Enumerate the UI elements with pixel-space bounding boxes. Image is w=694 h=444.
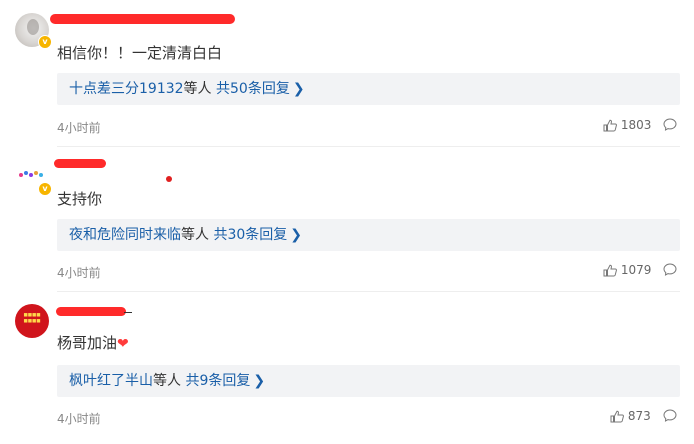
comment-text: 杨哥加油❤ (57, 332, 129, 353)
thumbs-up-icon (610, 410, 624, 423)
reply-middle-text: 等人 (183, 81, 212, 97)
reply-count[interactable]: 共50条回复 (216, 81, 290, 97)
avatar-image: ■■■■ ■■■■ (15, 304, 49, 338)
thumbs-up-icon (603, 119, 617, 132)
redacted-username (50, 14, 235, 24)
speech-bubble-icon[interactable] (663, 263, 677, 276)
comment-text: 支持你 (57, 190, 103, 208)
user-avatar[interactable]: v (15, 160, 52, 196)
comment-text-content: 杨哥加油 (57, 334, 118, 352)
like-count: 1803 (620, 118, 652, 132)
reply-summary-link[interactable]: 十点差三分19132等人 共50条回复 ❯ (57, 73, 680, 105)
reply-usernames[interactable]: 夜和危险同时来临 (69, 227, 181, 243)
user-avatar[interactable]: ■■■■ ■■■■ (15, 304, 49, 338)
reply-summary-link[interactable]: 夜和危险同时来临等人 共30条回复 ❯ (57, 219, 680, 251)
speech-bubble-icon[interactable] (663, 409, 677, 422)
comment-item: v 相信你！！一定清清白白 十点差三分19132等人 共50条回复 ❯ 4小时前 … (0, 0, 694, 146)
like-count: 873 (627, 409, 651, 423)
comment-feed: v 相信你！！一定清清白白 十点差三分19132等人 共50条回复 ❯ 4小时前 … (0, 0, 694, 444)
avatar-emblem: ■■■■ ■■■■ (23, 313, 41, 324)
chevron-right-icon: ❯ (290, 227, 303, 243)
comment-time: 4小时前 (57, 121, 101, 135)
comment-text: 相信你！！一定清清白白 (57, 44, 223, 62)
comment-time: 4小时前 (57, 266, 101, 280)
red-dot-mark (166, 176, 172, 182)
reply-count[interactable]: 共9条回复 (185, 373, 250, 389)
like-button[interactable]: 1079 (603, 263, 651, 277)
verified-badge-icon: v (38, 182, 52, 196)
like-count: 1079 (620, 263, 652, 277)
comment-time: 4小时前 (57, 412, 101, 426)
reply-usernames[interactable]: 十点差三分19132 (69, 81, 184, 97)
comment-item: v 支持你 夜和危险同时来临等人 共30条回复 ❯ 4小时前 1079 (0, 147, 694, 291)
reply-count[interactable]: 共30条回复 (213, 227, 287, 243)
reply-usernames[interactable]: 枫叶红了半山 (69, 373, 153, 389)
comment-item: ■■■■ ■■■■ 杨哥加油❤ 枫叶红了半山等人 共9条回复 ❯ 4小时前 873 (0, 292, 694, 444)
like-button[interactable]: 873 (610, 409, 651, 423)
red-heart-emoji: ❤ (117, 336, 129, 352)
redacted-username (56, 307, 126, 316)
verified-badge-icon: v (38, 35, 52, 49)
speech-bubble-icon[interactable] (663, 118, 677, 131)
reply-middle-text: 等人 (153, 373, 181, 389)
chevron-right-icon: ❯ (292, 81, 305, 97)
reply-middle-text: 等人 (181, 227, 209, 243)
redacted-username (54, 159, 106, 168)
username-underscore (124, 312, 132, 313)
reply-summary-link[interactable]: 枫叶红了半山等人 共9条回复 ❯ (57, 365, 680, 397)
like-button[interactable]: 1803 (603, 118, 651, 132)
chevron-right-icon: ❯ (253, 373, 266, 389)
user-avatar[interactable]: v (15, 13, 52, 49)
thumbs-up-icon (603, 264, 617, 277)
